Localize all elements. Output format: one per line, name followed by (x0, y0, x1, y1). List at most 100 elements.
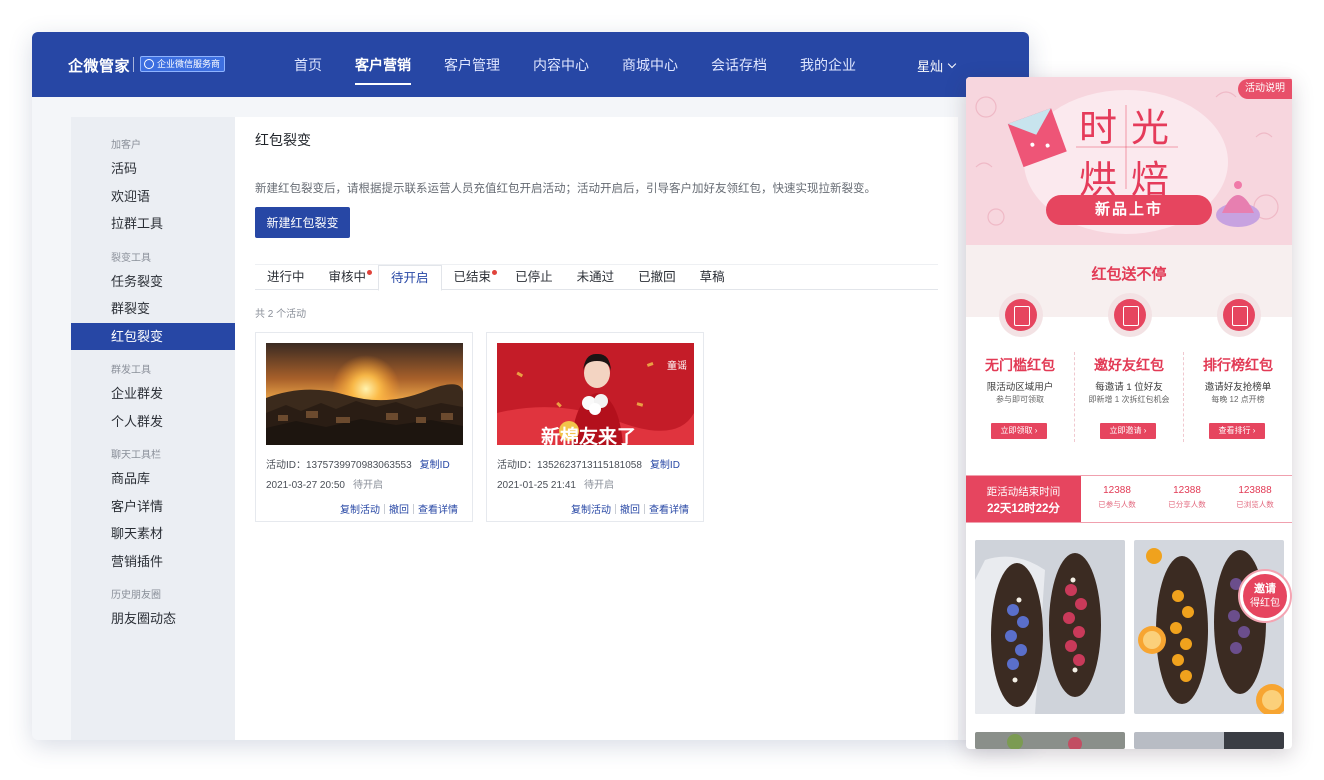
sidebar-item-group-fission[interactable]: 群裂变 (71, 295, 235, 323)
poster-name: 童谣 (667, 359, 687, 372)
redpacket-column: 排行榜红包 邀请好友抢榜单 每晚 12 点开榜 查看排行 › (1184, 293, 1292, 453)
sidebar-item-product-library[interactable]: 商品库 (71, 465, 235, 493)
activity-cover-image[interactable]: 童谣 新棉友来了 (497, 343, 694, 445)
redpacket-column: 邀好友红包 每邀请 1 位好友 即新增 1 次拆红包机会 立即邀请 › (1075, 293, 1183, 453)
claim-now-button[interactable]: 立即领取 › (991, 423, 1047, 439)
sidebar-item-redpacket-fission[interactable]: 红包裂变 (71, 322, 235, 350)
red-envelope-icon (999, 293, 1043, 337)
view-detail-link[interactable]: 查看详情 (649, 501, 689, 516)
brand-divider (133, 57, 134, 72)
notification-dot (367, 270, 373, 275)
sidebar-item-company-broadcast[interactable]: 企业群发 (71, 380, 235, 408)
tab-stopped[interactable]: 已停止 (503, 265, 565, 290)
column-desc: 每邀请 1 位好友 (1095, 382, 1163, 393)
copy-id-link[interactable]: 复制ID (420, 460, 450, 471)
countdown-label: 距活动结束时间 (986, 486, 1061, 498)
tab-rejected[interactable]: 未通过 (565, 265, 627, 290)
promo-banner: 活动说明 时光 烘焙 新品上市 (966, 77, 1292, 245)
sidebar-item-welcome[interactable]: 欢迎语 (71, 183, 235, 211)
stat-shares: 12388 已分享人数 (1168, 485, 1206, 509)
activity-rules-button[interactable]: 活动说明 (1238, 79, 1292, 99)
activity-id: 活动ID：1352623713115181058 复制ID (497, 460, 680, 471)
tab-ended[interactable]: 已结束 (442, 265, 504, 290)
view-detail-link[interactable]: 查看详情 (418, 501, 458, 516)
copy-activity-link[interactable]: 复制活动 (340, 501, 380, 516)
new-redpacket-button[interactable]: 新建红包裂变 (255, 207, 350, 238)
redpacket-column: 无门槛红包 限活动区域用户 参与即可领取 立即领取 › (966, 293, 1074, 453)
user-menu[interactable]: 星灿 (917, 56, 957, 75)
user-name: 星灿 (917, 59, 944, 74)
status-tabs: 进行中 审核中 待开启 已结束 已停止 未通过 已撤回 草稿 (255, 264, 938, 291)
card-actions: 复制活动 撤回 查看详情 (571, 501, 689, 516)
activity-date: 2021-01-25 21:41 (497, 480, 576, 491)
service-provider-badge: 企业微信服务商 (140, 56, 226, 72)
column-title: 排行榜红包 (1203, 357, 1273, 373)
sidebar-item-chat-material[interactable]: 聊天素材 (71, 520, 235, 548)
view-ranking-button[interactable]: 查看排行 › (1209, 423, 1265, 439)
activity-cover-image[interactable] (266, 343, 463, 445)
activity-meta: 2021-03-27 20:50 待开启 (266, 476, 383, 491)
divider (644, 503, 645, 514)
sidebar-item-customer-detail[interactable]: 客户详情 (71, 493, 235, 521)
page-title: 红包裂变 (255, 132, 311, 148)
countdown-box: 距活动结束时间 22天12时22分 (966, 476, 1081, 522)
column-desc: 邀请好友抢榜单 (1204, 382, 1272, 393)
column-subdesc: 即新增 1 次拆红包机会 (1088, 395, 1170, 404)
sidebar-item-task-fission[interactable]: 任务裂变 (71, 268, 235, 296)
column-title: 邀好友红包 (1094, 357, 1164, 373)
tab-in-progress[interactable]: 进行中 (255, 265, 317, 290)
tab-draft[interactable]: 草稿 (688, 265, 737, 290)
stat-views: 123888 已浏览人数 (1236, 485, 1274, 509)
column-title: 无门槛红包 (985, 357, 1055, 373)
nav-customer-management[interactable]: 客户管理 (444, 32, 500, 97)
sidebar-item-personal-broadcast[interactable]: 个人群发 (71, 408, 235, 436)
product-photo[interactable] (975, 732, 1125, 749)
tab-reviewing[interactable]: 审核中 (317, 265, 379, 290)
divider (615, 503, 616, 514)
red-envelope-icon (1217, 293, 1261, 337)
invite-now-button[interactable]: 立即邀请 › (1100, 423, 1156, 439)
activity-date: 2021-03-27 20:50 (266, 480, 345, 491)
main-nav: 首页 客户营销 客户管理 内容中心 商城中心 会话存档 我的企业 (294, 32, 889, 97)
page-description: 新建红包裂变后，请根据提示联系运营人员充值红包开启活动；活动开启后，引导客户加好… (255, 183, 876, 195)
invite-redpacket-button[interactable]: 邀请 得红包 (1240, 571, 1290, 621)
withdraw-link[interactable]: 撤回 (389, 501, 409, 516)
nav-mall-center[interactable]: 商城中心 (622, 32, 678, 97)
sidebar-item-group-tool[interactable]: 拉群工具 (71, 210, 235, 238)
sidebar-item-moments[interactable]: 朋友圈动态 (71, 605, 235, 633)
card-actions: 复制活动 撤回 查看详情 (340, 501, 458, 516)
copy-id-link[interactable]: 复制ID (650, 460, 680, 471)
activity-card: 童谣 新棉友来了 活动ID：1352623713115181058 复制ID 20… (486, 332, 704, 522)
tab-pending[interactable]: 待开启 (378, 265, 442, 291)
nav-home[interactable]: 首页 (294, 32, 322, 97)
column-desc: 限活动区域用户 (986, 382, 1054, 393)
badge-text: 企业微信服务商 (157, 59, 221, 69)
section-title: 红包送不停 (1091, 266, 1167, 283)
sidebar-group-title: 裂变工具 (111, 252, 151, 264)
nav-chat-archive[interactable]: 会话存档 (711, 32, 767, 97)
stat-participants: 12388 已参与人数 (1098, 485, 1136, 509)
tab-withdrawn[interactable]: 已撤回 (626, 265, 688, 290)
nav-my-company[interactable]: 我的企业 (800, 32, 856, 97)
brand-logo[interactable]: 企微管家 (68, 55, 130, 76)
product-photo[interactable] (1134, 540, 1284, 714)
withdraw-link[interactable]: 撤回 (620, 501, 640, 516)
nav-customer-marketing[interactable]: 客户营销 (355, 32, 411, 97)
countdown-value: 22天12时22分 (987, 503, 1060, 515)
wecom-icon (144, 59, 154, 69)
activity-count: 共 2 个活动 (255, 309, 307, 320)
column-subdesc: 参与即可领取 (996, 395, 1044, 404)
sidebar-group-title: 历史朋友圈 (111, 590, 161, 601)
notification-dot (492, 270, 498, 275)
chevron-down-icon (947, 59, 957, 69)
nav-content-center[interactable]: 内容中心 (533, 32, 589, 97)
copy-activity-link[interactable]: 复制活动 (571, 501, 611, 516)
product-photo[interactable] (1134, 732, 1284, 749)
product-photo[interactable] (975, 540, 1125, 714)
mobile-preview: 活动说明 时光 烘焙 新品上市 红包送不停 无门槛红包 限活动区域用户 参与即可… (966, 77, 1292, 749)
sidebar-item-marketing-plugin[interactable]: 营销插件 (71, 548, 235, 576)
activity-meta: 2021-01-25 21:41 待开启 (497, 476, 614, 491)
sidebar-group-title: 群发工具 (111, 365, 151, 376)
sidebar-item-live-code[interactable]: 活码 (71, 155, 235, 183)
activity-id: 活动ID：1375739970983063553 复制ID (266, 460, 450, 471)
